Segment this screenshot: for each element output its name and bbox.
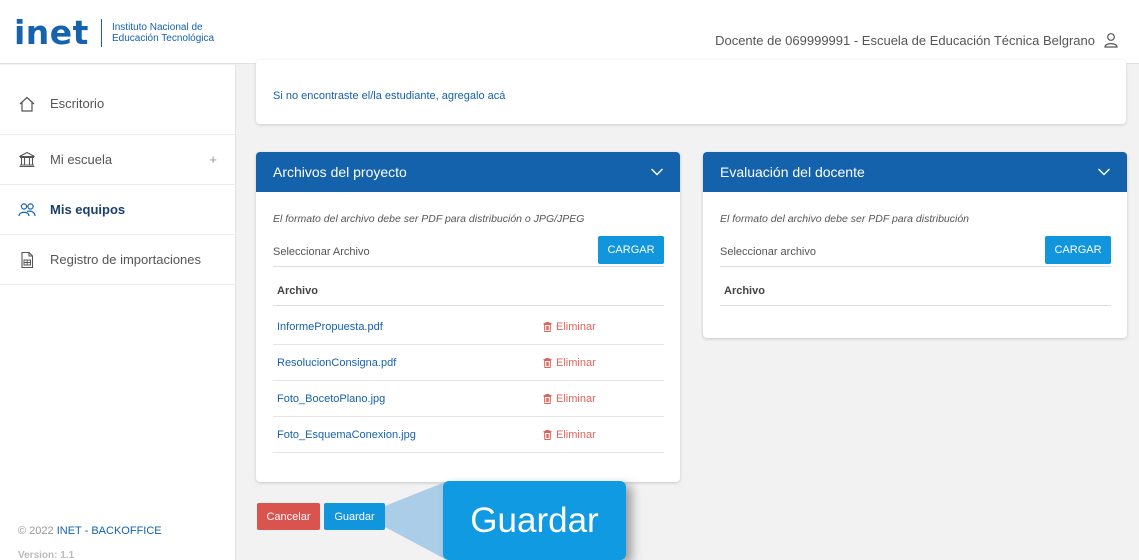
- teacher-evaluation-panel: Evaluación del docente El formato del ar…: [703, 152, 1127, 338]
- trash-icon: [543, 393, 552, 404]
- file-link[interactable]: Foto_EsquemaConexion.jpg: [277, 429, 416, 441]
- home-icon: [19, 96, 35, 112]
- upload-button[interactable]: CARGAR: [1045, 236, 1111, 264]
- table-row: ResolucionConsigna.pdf Eliminar: [273, 345, 664, 381]
- app-version: Version: 1.1: [18, 550, 75, 560]
- file-link[interactable]: InformePropuesta.pdf: [277, 321, 383, 333]
- delete-file-button[interactable]: Eliminar: [543, 393, 596, 405]
- copyright-brand: INET - BACKOFFICE: [56, 525, 162, 537]
- trash-icon: [543, 321, 552, 332]
- sidebar-copyright: © 2022 INET - BACKOFFICE: [18, 525, 162, 537]
- logo-subtitle-line1: Instituto Nacional de: [111, 22, 203, 33]
- logo-subtitle-line2: Educación Tecnológica: [111, 33, 215, 44]
- delete-label: Eliminar: [556, 320, 596, 333]
- import-icon: [21, 251, 34, 268]
- sidebar-item-label: Escritorio: [50, 96, 105, 111]
- project-files-header[interactable]: Archivos del proyecto: [256, 152, 680, 192]
- top-header: inet Instituto Nacional de Educación Tec…: [0, 0, 1139, 64]
- expand-icon[interactable]: +: [209, 152, 217, 167]
- sidebar-item-label: Registro de importaciones: [50, 252, 202, 267]
- inet-logo[interactable]: inet Instituto Nacional de Educación Tec…: [14, 13, 214, 52]
- file-select-placeholder: Seleccionar Archivo: [273, 245, 370, 258]
- cancel-button[interactable]: Cancelar: [257, 503, 320, 530]
- add-student-link[interactable]: Si no encontraste el/la estudiante, agre…: [273, 90, 505, 102]
- user-menu[interactable]: Docente de 069999991 - Escuela de Educac…: [715, 32, 1119, 48]
- logo-wordmark: inet: [14, 13, 89, 52]
- files-table-header: Archivo: [720, 276, 1111, 306]
- sidebar-item-label: Mi escuela: [50, 152, 113, 167]
- logo-divider: [100, 19, 102, 47]
- upload-button[interactable]: CARGAR: [598, 236, 664, 264]
- table-row: InformePropuesta.pdf Eliminar: [273, 309, 664, 345]
- format-note: El formato del archivo debe ser PDF para…: [720, 213, 970, 225]
- user-icon[interactable]: [1103, 32, 1119, 48]
- project-files-panel: Archivos del proyecto El formato del arc…: [256, 152, 680, 482]
- chevron-down-icon[interactable]: [1097, 165, 1111, 179]
- sidebar: Escritorio Mi escuela + Mis equipos Regi…: [0, 65, 236, 560]
- format-note: El formato del archivo debe ser PDF para…: [273, 213, 585, 225]
- chevron-down-icon[interactable]: [650, 165, 664, 179]
- delete-file-button[interactable]: Eliminar: [543, 321, 596, 333]
- team-icon: [18, 202, 36, 216]
- table-row: Foto_BocetoPlano.jpg Eliminar: [273, 381, 664, 417]
- save-button-zoom-callout: Guardar: [443, 481, 626, 560]
- sidebar-item-mis-equipos[interactable]: Mis equipos: [0, 185, 235, 235]
- trash-icon: [543, 357, 552, 368]
- delete-file-button[interactable]: Eliminar: [543, 357, 596, 369]
- save-button[interactable]: Guardar: [324, 503, 385, 530]
- sidebar-item-mi-escuela[interactable]: Mi escuela +: [0, 135, 235, 185]
- user-role-text: Docente de 069999991 - Escuela de Educac…: [715, 32, 1095, 48]
- files-table-header: Archivo: [273, 276, 664, 306]
- teacher-evaluation-header[interactable]: Evaluación del docente: [703, 152, 1127, 192]
- sidebar-item-label: Mis equipos: [50, 202, 126, 217]
- delete-label: Eliminar: [556, 392, 596, 405]
- student-card: Si no encontraste el/la estudiante, agre…: [256, 60, 1126, 124]
- panel-title: Evaluación del docente: [720, 164, 865, 180]
- sidebar-item-registro-importaciones[interactable]: Registro de importaciones: [0, 235, 235, 285]
- delete-label: Eliminar: [556, 356, 596, 369]
- school-icon: [19, 151, 35, 167]
- delete-file-button[interactable]: Eliminar: [543, 429, 596, 441]
- copyright-year: © 2022: [18, 525, 54, 537]
- logo-subtitle: Instituto Nacional de Educación Tecnológ…: [112, 22, 214, 44]
- file-select-placeholder: Seleccionar archivo: [720, 245, 816, 258]
- delete-label: Eliminar: [556, 428, 596, 441]
- file-link[interactable]: ResolucionConsigna.pdf: [277, 357, 396, 369]
- panel-title: Archivos del proyecto: [273, 164, 407, 180]
- trash-icon: [543, 429, 552, 440]
- table-row: Foto_EsquemaConexion.jpg Eliminar: [273, 417, 664, 453]
- file-link[interactable]: Foto_BocetoPlano.jpg: [277, 393, 385, 405]
- sidebar-item-escritorio[interactable]: Escritorio: [0, 65, 235, 135]
